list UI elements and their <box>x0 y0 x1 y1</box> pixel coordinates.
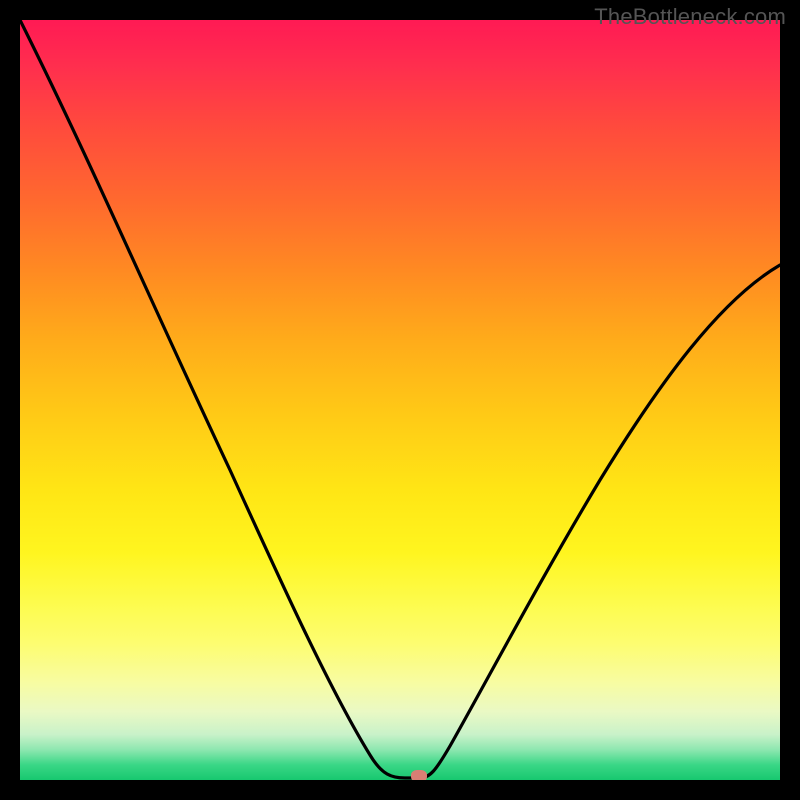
watermark-text: TheBottleneck.com <box>594 4 786 30</box>
bottleneck-curve <box>20 20 780 778</box>
plot-area <box>20 20 780 780</box>
optimum-marker <box>411 770 427 780</box>
curve-svg <box>20 20 780 780</box>
chart-frame: TheBottleneck.com <box>0 0 800 800</box>
